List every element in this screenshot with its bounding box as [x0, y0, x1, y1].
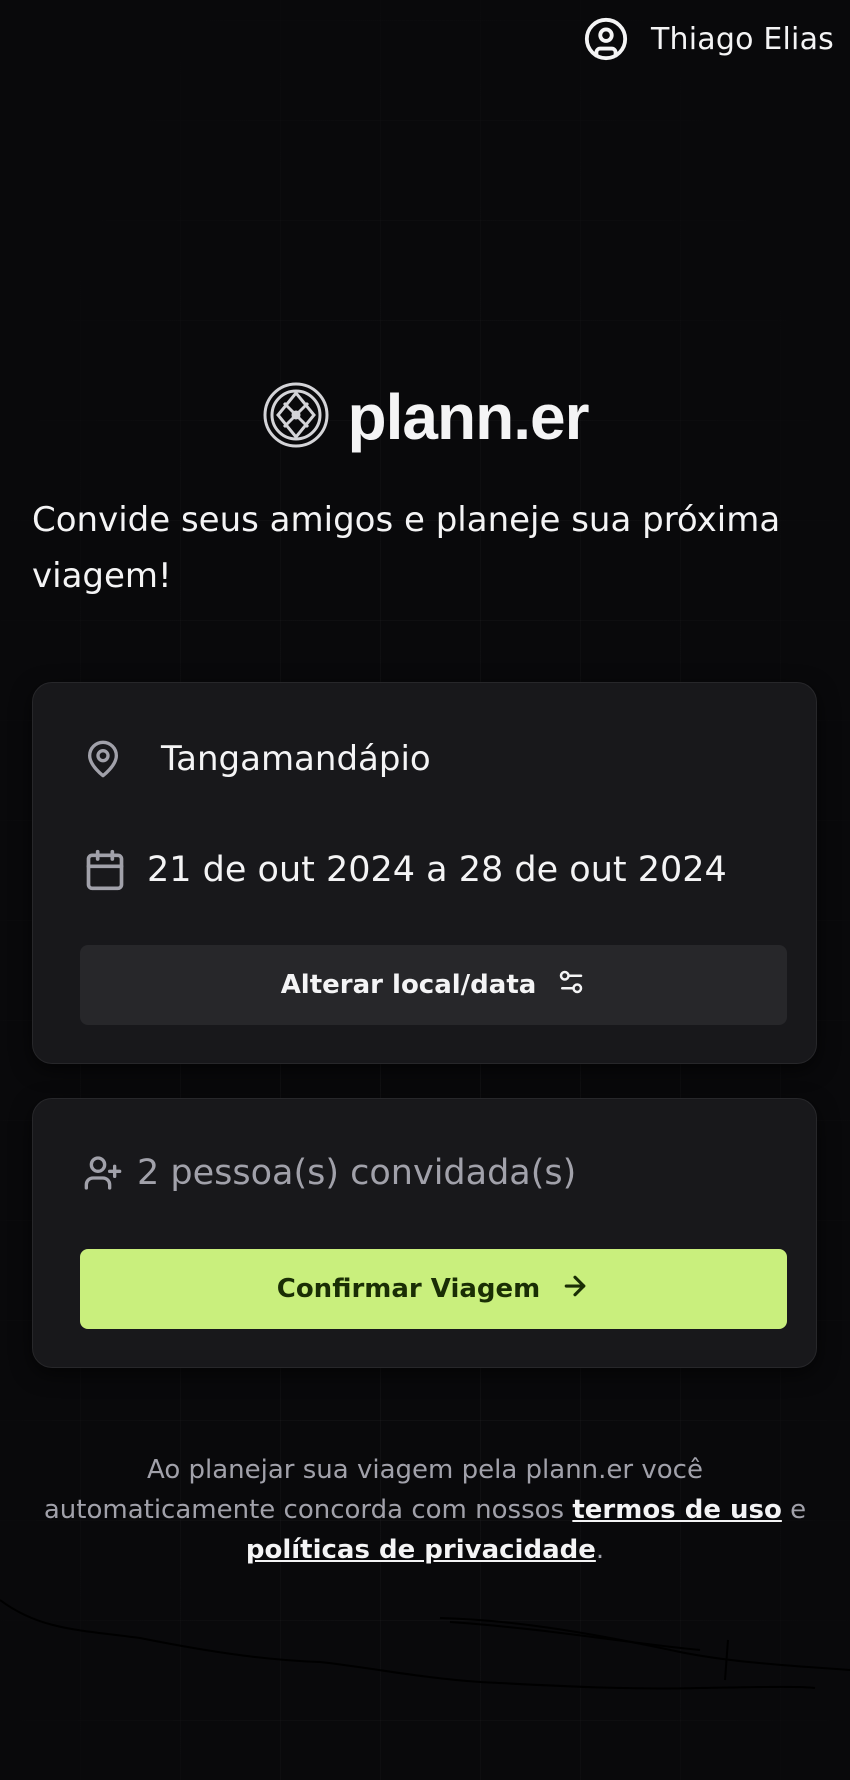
confirm-trip-label: Confirmar Viagem	[276, 1274, 541, 1304]
user-name: Thiago Elias	[650, 21, 834, 57]
change-location-date-label: Alterar local/data	[280, 970, 537, 1000]
user-plus-icon	[83, 1153, 123, 1193]
terms-connector: e	[781, 1495, 807, 1525]
map-pin-icon	[83, 739, 123, 779]
guests-card: 2 pessoa(s) convidada(s) Confirmar Viage…	[32, 1098, 817, 1368]
dates-value: 21 de out 2024 a 28 de out 2024	[147, 850, 727, 890]
terms-of-use-link[interactable]: termos de uso	[572, 1495, 782, 1525]
guests-field[interactable]: 2 pessoa(s) convidada(s)	[83, 1153, 576, 1193]
confirm-trip-button[interactable]: Confirmar Viagem	[80, 1249, 787, 1329]
terms-notice: Ao planejar sua viagem pela plann.er voc…	[40, 1450, 810, 1570]
dates-field[interactable]: 21 de out 2024 a 28 de out 2024	[83, 848, 727, 892]
settings-sliders-icon	[556, 967, 586, 1004]
user-profile[interactable]: Thiago Elias	[583, 16, 834, 62]
guests-summary: 2 pessoa(s) convidada(s)	[137, 1153, 577, 1193]
terms-text-after: .	[595, 1535, 605, 1565]
brand-logo: plann.er	[0, 380, 850, 454]
brand-name: plann.er	[347, 381, 590, 453]
signature-scribble	[0, 1599, 850, 1690]
calendar-icon	[83, 848, 127, 892]
change-location-date-button[interactable]: Alterar local/data	[80, 945, 787, 1025]
globe-compass-icon	[262, 381, 330, 453]
user-circle-icon	[583, 16, 629, 62]
trip-planner-page: Thiago Elias plann.er Convide seus amigo…	[0, 0, 850, 1780]
trip-details-card: Tangamandápio 21 de out 2024 a 28 de out…	[32, 682, 817, 1064]
destination-value: Tangamandápio	[161, 739, 431, 779]
destination-field[interactable]: Tangamandápio	[83, 739, 431, 779]
arrow-right-icon	[560, 1271, 590, 1308]
privacy-policy-link[interactable]: políticas de privacidade	[246, 1535, 596, 1565]
page-tagline: Convide seus amigos e planeje sua próxim…	[32, 500, 781, 596]
